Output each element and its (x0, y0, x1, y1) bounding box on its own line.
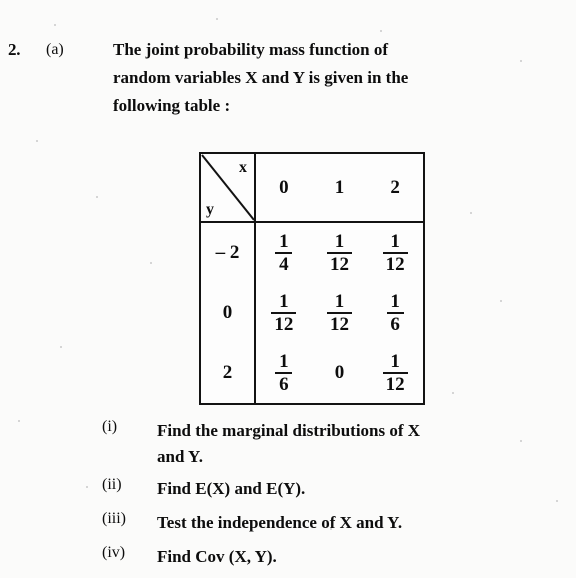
table-body: 14 1 12 1 12 1 12 1 12 16 16 0 1 12 (256, 223, 423, 403)
scan-speckle (150, 262, 152, 264)
question-stem: The joint probability mass function of r… (113, 36, 547, 120)
row-header-0: – 2 (215, 242, 240, 263)
subquestion-text-iii: Test the independence of X and Y. (157, 513, 403, 532)
fraction-denominator: 12 (330, 254, 349, 275)
fraction-value: 1 12 (327, 230, 352, 275)
scan-speckle (54, 24, 56, 26)
fraction-denominator: 6 (279, 374, 289, 395)
cell-r1-c2: 16 (367, 290, 423, 335)
cell-r0-c2: 1 12 (367, 230, 423, 275)
table-row: 16 0 1 12 (256, 343, 423, 403)
table-row: 14 1 12 1 12 (256, 223, 423, 283)
subquestion-i-line-1: Find the marginal distributions of X (157, 421, 421, 440)
fraction-numerator: 1 (279, 230, 289, 252)
fraction-numerator: 1 (334, 290, 345, 312)
subquestion-list: (i) Find the marginal distributions of X… (0, 418, 576, 578)
cell-r0-c1: 1 12 (312, 230, 368, 275)
corner-x-variable-label: x (239, 159, 247, 176)
subquestion-iii: (iii) Test the independence of X and Y. (0, 510, 576, 541)
question-stem-line-1: The joint probability mass function of (113, 40, 389, 59)
scan-speckle (36, 140, 38, 142)
question-number: 2. (8, 40, 21, 59)
table-column-headers: 0 1 2 (256, 154, 423, 221)
fraction-value: 16 (386, 290, 404, 335)
row-header-1: 0 (222, 302, 233, 323)
cell-r2-c2: 1 12 (367, 350, 423, 395)
fraction-denominator: 12 (385, 254, 405, 275)
fraction-denominator: 12 (385, 374, 405, 395)
table-corner-cell: x y (201, 154, 256, 221)
scan-speckle (470, 212, 472, 214)
subquestion-iv: (iv) Find Cov (X, Y). (0, 544, 576, 575)
fraction-numerator: 1 (390, 350, 400, 372)
fraction-numerator: 1 (390, 230, 400, 252)
scan-speckle (96, 196, 98, 198)
column-header-2: 2 (390, 176, 400, 198)
fraction-value: 1 12 (327, 290, 352, 335)
fraction-numerator: 1 (279, 350, 289, 372)
subquestion-marker-i: (i) (102, 418, 118, 435)
question-stem-line-3: following table : (113, 96, 231, 115)
row-header-2: 2 (222, 362, 233, 383)
fraction-value: 1 12 (382, 230, 408, 275)
scan-speckle (60, 346, 62, 348)
subquestion-i-line-2: and Y. (157, 447, 203, 466)
column-header-1: 1 (334, 176, 345, 198)
table-row-headers: – 2 0 2 (201, 223, 256, 403)
scan-speckle (452, 392, 454, 394)
fraction-denominator: 12 (330, 314, 349, 335)
fraction-numerator: 1 (390, 290, 400, 312)
plain-value: 0 (334, 362, 345, 383)
subquestion-text-ii: Find E(X) and E(Y). (157, 479, 306, 498)
subquestion-text-iv: Find Cov (X, Y). (157, 547, 277, 566)
subquestion-i: (i) Find the marginal distributions of X… (0, 418, 576, 473)
scan-speckle (380, 30, 382, 32)
fraction-value: 1 12 (271, 290, 297, 335)
cell-r2-c0: 16 (256, 350, 312, 395)
fraction-denominator: 4 (279, 254, 289, 275)
fraction-denominator: 12 (274, 314, 294, 335)
fraction-numerator: 1 (279, 290, 289, 312)
subquestion-marker-ii: (ii) (102, 476, 122, 493)
scan-speckle (500, 300, 502, 302)
question-stem-line-2: random variables X and Y is given in the (113, 68, 409, 87)
scan-speckle (216, 18, 218, 20)
subquestion-marker-iii: (iii) (102, 510, 126, 527)
joint-pmf-table: x y 0 1 2 – 2 0 2 14 1 12 1 12 1 12 1 12 16 … (199, 152, 425, 405)
question-part-label: (a) (46, 41, 64, 58)
fraction-value: 14 (275, 230, 293, 275)
table-row: 1 12 1 12 16 (256, 283, 423, 343)
corner-y-variable-label: y (206, 201, 214, 218)
fraction-numerator: 1 (334, 230, 345, 252)
fraction-denominator: 6 (390, 314, 400, 335)
subquestion-text-i: Find the marginal distributions of X and… (157, 418, 547, 470)
cell-r0-c0: 14 (256, 230, 312, 275)
fraction-value: 16 (275, 350, 293, 395)
cell-r2-c1: 0 (312, 362, 368, 384)
fraction-value: 1 12 (382, 350, 408, 395)
column-header-0: 0 (279, 176, 289, 198)
cell-r1-c0: 1 12 (256, 290, 312, 335)
subquestion-ii: (ii) Find E(X) and E(Y). (0, 476, 576, 507)
table-header-row: x y 0 1 2 (201, 154, 423, 223)
cell-r1-c1: 1 12 (312, 290, 368, 335)
subquestion-marker-iv: (iv) (102, 544, 126, 561)
